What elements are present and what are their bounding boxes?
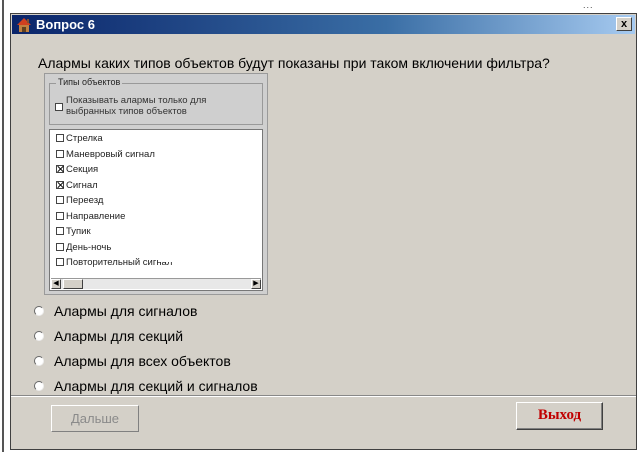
house-icon xyxy=(17,18,31,32)
window-title: Вопрос 6 xyxy=(36,17,95,32)
object-type-item: Переезд xyxy=(56,194,103,208)
object-type-checkbox xyxy=(56,227,64,235)
blank-area xyxy=(160,238,200,262)
radio-button[interactable] xyxy=(34,356,44,366)
answer-option[interactable]: Алармы для секций xyxy=(34,328,183,344)
divider xyxy=(11,395,636,397)
horizontal-scrollbar: ◀ ▶ xyxy=(51,278,261,289)
object-type-label: День-ночь xyxy=(66,241,112,253)
radio-button[interactable] xyxy=(34,331,44,341)
radio-button[interactable] xyxy=(34,306,44,316)
object-type-item: Сигнал xyxy=(56,179,98,193)
object-type-label: Тупик xyxy=(66,226,91,237)
object-type-label: Стрелка xyxy=(66,133,103,144)
object-type-label: Маневровый сигнал xyxy=(66,148,155,160)
scroll-left-icon: ◀ xyxy=(51,279,61,289)
object-type-item: Тупик xyxy=(56,225,91,239)
only-selected-checkbox xyxy=(55,103,63,111)
answer-label: Алармы для всех объектов xyxy=(54,353,231,369)
object-type-item: Повторительный сигнал xyxy=(56,256,172,270)
object-types-group: Типы объектов Показывать алармы только д… xyxy=(49,77,263,125)
object-type-item: Маневровый сигнал xyxy=(56,148,155,162)
answer-option[interactable]: Алармы для сигналов xyxy=(34,303,197,319)
answer-option[interactable]: Алармы для секций и сигналов xyxy=(34,378,258,394)
object-type-checkbox xyxy=(56,242,64,251)
object-type-checkbox xyxy=(56,165,64,173)
answer-label: Алармы для секций xyxy=(54,328,184,344)
answer-label: Алармы для секций и сигналов xyxy=(54,378,258,394)
answer-label: Алармы для сигналов xyxy=(54,303,198,319)
object-type-item: Стрелка xyxy=(56,132,103,146)
object-type-label: Направление xyxy=(66,210,126,222)
filter-screenshot: Типы объектов Показывать алармы только д… xyxy=(44,73,268,295)
object-type-label: Секция xyxy=(66,164,99,175)
answer-option[interactable]: Алармы для всех объектов xyxy=(34,353,231,369)
next-button[interactable]: Дальше xyxy=(51,405,139,432)
background-text: ... xyxy=(583,0,594,10)
radio-button[interactable] xyxy=(34,381,44,391)
object-type-checkbox xyxy=(56,211,64,220)
object-type-checkbox xyxy=(56,196,64,204)
exit-button[interactable]: Выход xyxy=(516,402,603,430)
object-type-label: Повторительный сигнал xyxy=(66,257,173,268)
blank-area xyxy=(125,243,134,252)
question-dialog: Вопрос 6 x Алармы каких типов объектов б… xyxy=(10,13,637,450)
scroll-thumb xyxy=(63,279,83,289)
close-button[interactable]: x xyxy=(616,17,632,31)
object-type-item: Направление xyxy=(56,210,125,224)
object-type-list: Повторительный сигнал День-ночь Тупик Напра… xyxy=(49,129,263,291)
object-type-checkbox xyxy=(56,149,64,158)
scroll-right-icon: ▶ xyxy=(251,279,261,289)
object-type-label: Сигнал xyxy=(66,179,98,191)
object-type-checkbox xyxy=(56,134,64,142)
only-selected-label: Показывать алармы только для выбранных т… xyxy=(66,95,207,117)
object-type-label: Переезд xyxy=(66,195,104,206)
object-type-checkbox xyxy=(56,258,64,266)
background-window-edge xyxy=(0,0,8,452)
object-type-checkbox xyxy=(56,180,64,189)
object-type-item: Секция xyxy=(56,163,98,177)
question-text: Алармы каких типов объектов будут показа… xyxy=(38,55,550,71)
title-bar[interactable]: Вопрос 6 x xyxy=(12,15,635,34)
group-title: Типы объектов xyxy=(56,77,123,87)
object-type-item: День-ночь xyxy=(56,241,111,255)
